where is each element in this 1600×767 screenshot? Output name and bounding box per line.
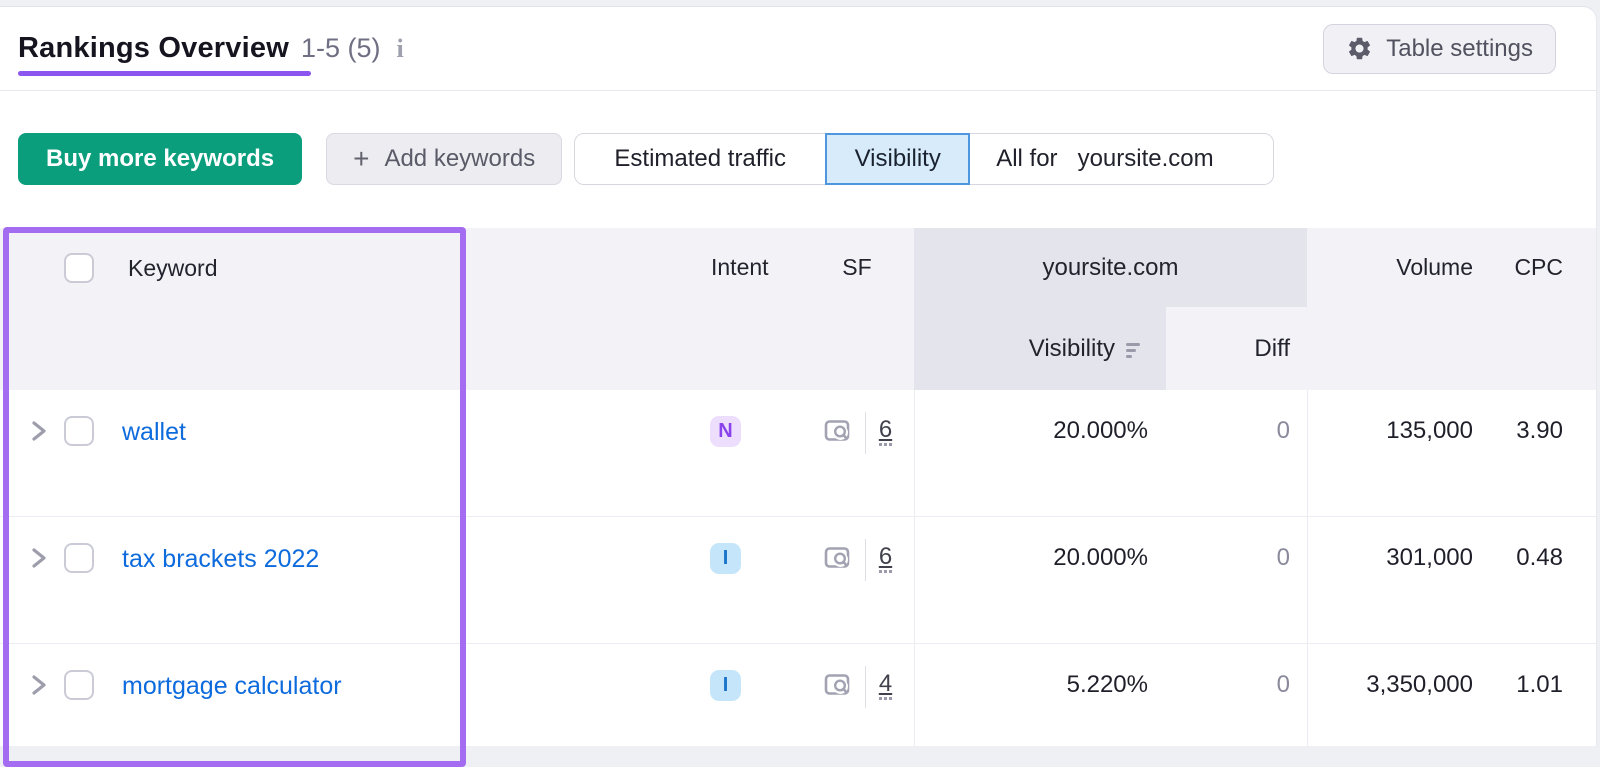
volume-value: 135,000 — [1307, 390, 1490, 516]
sf-count-link[interactable]: 4 — [878, 671, 893, 700]
rankings-overview-card: Rankings Overview 1-5 (5) i Table settin… — [0, 6, 1597, 746]
toolbar: Buy more keywords + Add keywords Estimat… — [0, 133, 1596, 185]
volume-value: 301,000 — [1307, 517, 1490, 643]
volume-value: 3,350,000 — [1307, 644, 1490, 746]
all-for-label: All for — [996, 145, 1058, 172]
gear-icon — [1346, 35, 1373, 62]
visibility-column-header[interactable]: Visibility — [914, 307, 1166, 390]
visibility-value: 5.220% — [914, 644, 1166, 746]
diff-value: 0 — [1276, 671, 1290, 698]
volume-column-header[interactable]: Volume — [1307, 228, 1490, 307]
row-checkbox[interactable] — [64, 670, 94, 700]
diff-value: 0 — [1276, 417, 1290, 444]
plus-icon: + — [353, 143, 370, 174]
keyword-column-header[interactable]: Keyword — [128, 253, 217, 283]
tab-estimated-traffic[interactable]: Estimated traffic — [575, 134, 825, 184]
tab-visibility[interactable]: Visibility — [825, 133, 971, 185]
table-settings-button[interactable]: Table settings — [1323, 23, 1556, 74]
sf-count-link[interactable]: 6 — [878, 544, 893, 573]
domain-group-header: yoursite.com — [914, 228, 1307, 307]
cpc-column-header[interactable]: CPC — [1490, 228, 1596, 307]
keyword-link[interactable]: tax brackets 2022 — [122, 544, 319, 574]
title-row: Rankings Overview 1-5 (5) i Table settin… — [0, 7, 1596, 91]
sf-count-link[interactable]: 6 — [878, 417, 893, 446]
diff-value: 0 — [1276, 544, 1290, 571]
visibility-value: 20.000% — [914, 390, 1166, 516]
row-checkbox[interactable] — [64, 543, 94, 573]
serp-features-icon[interactable] — [822, 543, 852, 573]
visibility-value: 20.000% — [914, 517, 1166, 643]
chevron-right-icon[interactable] — [25, 672, 51, 698]
intent-badge[interactable]: I — [710, 543, 741, 574]
add-keywords-label: Add keywords — [384, 145, 536, 172]
row-checkbox[interactable] — [64, 416, 94, 446]
keyword-link[interactable]: mortgage calculator — [122, 671, 342, 701]
divider — [864, 666, 866, 708]
info-icon[interactable]: i — [397, 34, 404, 64]
intent-badge[interactable]: N — [710, 416, 741, 447]
cpc-value: 3.90 — [1516, 417, 1563, 444]
page-title: Rankings Overview — [18, 32, 289, 64]
sf-column-header[interactable]: SF — [800, 228, 914, 307]
rankings-table: Keyword Intent SF yoursite.com Volume CP… — [0, 228, 1596, 746]
diff-column-header[interactable]: Diff — [1166, 307, 1307, 390]
metric-filter-bar: Estimated traffic Visibility All for you… — [574, 133, 1275, 185]
buy-more-keywords-button[interactable]: Buy more keywords — [18, 133, 303, 185]
table-header: Keyword Intent SF yoursite.com Volume CP… — [0, 228, 1596, 390]
serp-features-icon[interactable] — [822, 416, 852, 446]
chevron-right-icon[interactable] — [25, 418, 51, 444]
table-row: mortgage calculator I 4 5.220% 0 3,350,0… — [0, 644, 1596, 746]
table-row: tax brackets 2022 I 6 20.000% 0 301,000 … — [0, 517, 1596, 644]
add-keywords-button[interactable]: + Add keywords — [326, 133, 563, 185]
cpc-value: 1.01 — [1516, 671, 1563, 698]
visibility-header-label: Visibility — [1028, 334, 1115, 362]
title-underline-highlight — [18, 70, 311, 76]
table-row: wallet N 6 20.000% 0 135,000 3.90 — [0, 390, 1596, 517]
select-all-checkbox[interactable] — [64, 253, 94, 283]
divider — [864, 412, 866, 454]
domain-selector[interactable]: yoursite.com — [1078, 145, 1214, 173]
sort-descending-icon — [1126, 342, 1148, 359]
table-settings-label: Table settings — [1386, 34, 1533, 62]
results-range-count: 1-5 (5) — [300, 33, 381, 63]
scope-area: All for yoursite.com — [970, 134, 1273, 184]
cpc-value: 0.48 — [1516, 544, 1563, 571]
serp-features-icon[interactable] — [822, 670, 852, 700]
intent-badge[interactable]: I — [710, 670, 741, 701]
divider — [864, 539, 866, 581]
intent-column-header[interactable]: Intent — [700, 228, 800, 307]
keyword-link[interactable]: wallet — [122, 417, 186, 447]
chevron-right-icon[interactable] — [25, 545, 51, 571]
